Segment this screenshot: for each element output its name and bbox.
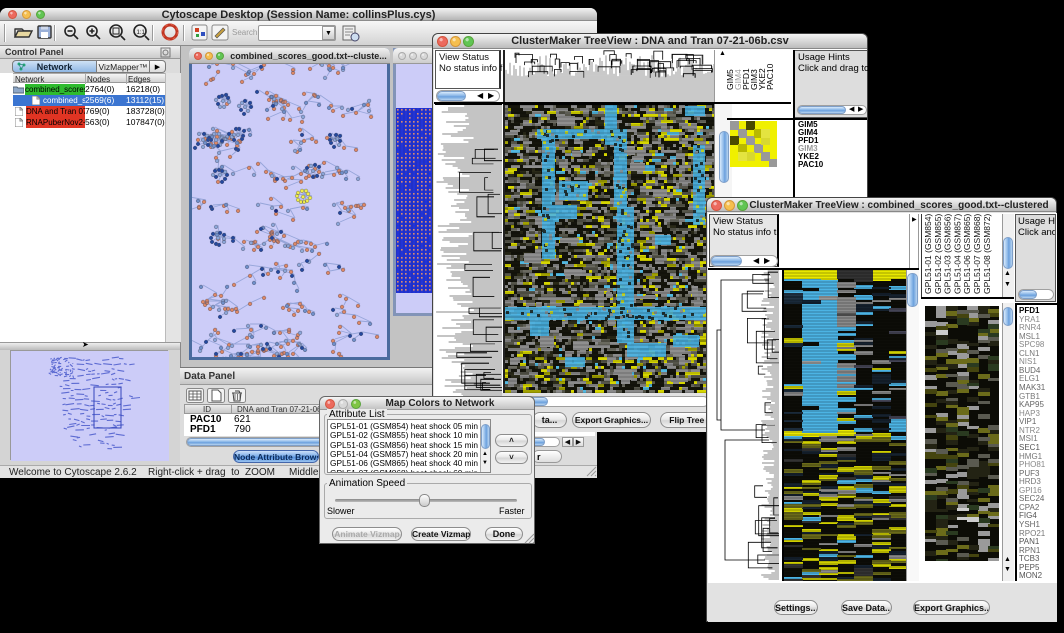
svg-text:GPL51-06 (GSM865): GPL51-06 (GSM865) (962, 214, 972, 294)
svg-text:GPL51-03 (GSM856): GPL51-03 (GSM856) (943, 214, 953, 294)
svg-text:PAC10: PAC10 (765, 63, 775, 90)
svg-text:GPL51-02 (GSM855): GPL51-02 (GSM855) (933, 214, 943, 294)
svg-text:GPL51-01 (GSM854): GPL51-01 (GSM854) (923, 214, 933, 294)
svg-text:1:1: 1:1 (137, 30, 146, 36)
svg-text:GPL51-08 (GSM872): GPL51-08 (GSM872) (982, 214, 992, 294)
svg-text:GPL51-04 (GSM857): GPL51-04 (GSM857) (952, 214, 962, 294)
svg-text:GPL51-07 (GSM868): GPL51-07 (GSM868) (972, 214, 982, 294)
